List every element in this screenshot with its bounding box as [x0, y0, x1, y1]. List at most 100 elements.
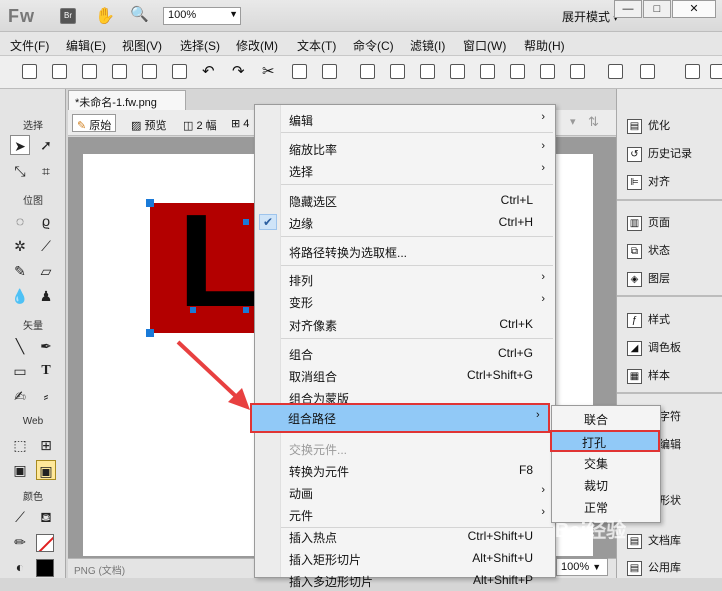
hide-slices-tool[interactable]: ▣ [10, 460, 30, 480]
new-icon[interactable] [22, 64, 37, 79]
status-zoom[interactable]: 100% ▼ [556, 558, 608, 576]
ctx-item-transform[interactable]: 变形 › [255, 290, 555, 312]
preview-button[interactable]: ▨ 预览 [126, 114, 171, 132]
magic-wand-tool[interactable]: ✲ [10, 236, 30, 256]
rotate-icon[interactable] [608, 64, 623, 79]
ctx-item-convert-symbol[interactable]: 转换为元件 F8 [255, 459, 555, 481]
ctx-item-ungroup[interactable]: 取消组合 Ctrl+Shift+G [255, 364, 555, 386]
send-back-icon[interactable] [570, 64, 585, 79]
ungroup-icon[interactable] [390, 64, 405, 79]
copy-icon[interactable] [292, 64, 307, 79]
minimize-button[interactable]: — [614, 0, 642, 18]
eyedropper-tool[interactable]: ⟋ [10, 507, 30, 527]
panel-pages[interactable]: ▥ 页面 [627, 214, 670, 234]
panel-swatches[interactable]: ▦ 样本 [627, 367, 670, 387]
ctx-item-insert-poly-slice[interactable]: 插入多边形切片 Alt+Shift+P [255, 569, 555, 591]
import-icon[interactable] [112, 64, 127, 79]
panel-layers[interactable]: ◈ 图层 [627, 270, 670, 290]
stroke-swatch[interactable] [36, 534, 54, 552]
pencil-tool[interactable]: ✎ [10, 261, 30, 281]
ctx-item-edges[interactable]: ✔ 边缘 Ctrl+H [255, 211, 555, 233]
align-icon[interactable] [640, 64, 655, 79]
split-icon[interactable] [450, 64, 465, 79]
paint-bucket-tool[interactable]: ⛾ [36, 507, 56, 527]
cut-icon[interactable]: ✂ [262, 62, 275, 80]
ctx-item-animation[interactable]: 动画 › [255, 481, 555, 503]
more-icon[interactable] [710, 64, 722, 79]
bring-forward-icon[interactable] [510, 64, 525, 79]
document-tab[interactable]: *未命名-1.fw.png [68, 90, 186, 110]
ctx-item-edit[interactable]: 编辑 › [255, 108, 555, 130]
menu-commands[interactable]: 命令(C) [353, 37, 394, 54]
save-icon[interactable] [82, 64, 97, 79]
print-icon[interactable] [172, 64, 187, 79]
hand-icon[interactable]: ✋ [95, 6, 115, 26]
flip-icon[interactable] [685, 64, 700, 79]
stamp-tool[interactable]: ♟ [36, 286, 56, 306]
group-icon[interactable] [360, 64, 375, 79]
selection-handle[interactable] [146, 329, 154, 337]
crop-tool[interactable]: ⌗ [36, 161, 56, 181]
scale-tool[interactable]: ⤡ [10, 161, 30, 181]
bridge-icon[interactable]: Br [60, 8, 76, 24]
four-up-button[interactable]: ⊞ 4 [226, 114, 254, 132]
pointer-tool[interactable]: ➤ [10, 135, 30, 155]
menu-help[interactable]: 帮助(H) [524, 37, 565, 54]
ctx-item-hide-selection[interactable]: 隐藏选区 Ctrl+L [255, 189, 555, 211]
brush-tool[interactable]: ⟋ [36, 236, 56, 256]
fill-color-icon[interactable]: ◐ [10, 557, 30, 577]
menu-modify[interactable]: 修改(M) [236, 37, 278, 54]
selection-handle[interactable] [146, 199, 154, 207]
eraser-tool[interactable]: ▱ [36, 261, 56, 281]
text-tool[interactable]: T [36, 361, 56, 381]
panel-common-library[interactable]: ▤ 公用库 [627, 559, 681, 579]
zoom-select[interactable]: 100% ▼ [163, 7, 241, 25]
panel-states[interactable]: ⧉ 状态 [627, 242, 670, 262]
sub-item-punch[interactable]: 打孔 [550, 430, 660, 452]
pen-tool[interactable]: ✒ [36, 336, 56, 356]
export-preview-icon[interactable]: ⇅ [588, 114, 599, 130]
lasso-tool[interactable]: ϱ [36, 211, 56, 231]
undo-icon[interactable]: ↶ [202, 62, 215, 80]
menu-select[interactable]: 选择(S) [180, 37, 220, 54]
send-backward-icon[interactable] [540, 64, 555, 79]
fill-swatch[interactable] [36, 559, 54, 577]
blur-tool[interactable]: 💧 [10, 286, 30, 306]
rectangle-tool[interactable]: ▭ [10, 361, 30, 381]
sub-item-crop[interactable]: 裁切 [552, 473, 660, 495]
panel-optimize[interactable]: ▤ 优化 [627, 117, 670, 137]
ctx-item-arrange[interactable]: 排列 › [255, 268, 555, 290]
close-button[interactable]: ✕ [672, 0, 716, 18]
redo-icon[interactable]: ↷ [232, 62, 245, 80]
ctx-item-group[interactable]: 组合 Ctrl+G [255, 342, 555, 364]
ctx-item-snap-pixel[interactable]: 对齐像素 Ctrl+K [255, 313, 555, 335]
original-view-button[interactable]: ✎ 原始 [72, 114, 117, 132]
ctx-item-select[interactable]: 选择 › [255, 159, 555, 181]
stroke-color-icon[interactable]: ✏ [10, 532, 30, 552]
paste-icon[interactable] [322, 64, 337, 79]
ctx-item-insert-rect-slice[interactable]: 插入矩形切片 Alt+Shift+U [255, 547, 555, 569]
menu-window[interactable]: 窗口(W) [463, 37, 506, 54]
sub-item-union[interactable]: 联合 [552, 407, 660, 429]
freeform-tool[interactable]: ✍ [10, 386, 30, 406]
join-icon[interactable] [420, 64, 435, 79]
ctx-item-zoom[interactable]: 缩放比率 › [255, 137, 555, 159]
panel-palette[interactable]: ◢ 调色板 [627, 339, 681, 359]
line-tool[interactable]: ╲ [10, 336, 30, 356]
export-icon[interactable] [142, 64, 157, 79]
ctx-item-combine-paths[interactable]: 组合路径 › [250, 403, 550, 433]
slice-tool[interactable]: ⊞ [36, 435, 56, 455]
panel-doc-library[interactable]: ▤ 文档库 [627, 532, 681, 552]
menu-filters[interactable]: 滤镜(I) [410, 37, 445, 54]
bring-front-icon[interactable] [480, 64, 495, 79]
menu-view[interactable]: 视图(V) [122, 37, 162, 54]
open-icon[interactable] [52, 64, 67, 79]
show-slices-tool[interactable]: ▣ [36, 460, 56, 480]
panel-styles[interactable]: ƒ 样式 [627, 311, 670, 331]
maximize-button[interactable]: □ [643, 0, 671, 18]
menu-edit[interactable]: 编辑(E) [66, 37, 106, 54]
marquee-tool[interactable]: ◌ [10, 211, 30, 231]
menu-text[interactable]: 文本(T) [297, 37, 336, 54]
subselect-tool[interactable]: ➚ [36, 135, 56, 155]
panel-history[interactable]: ↺ 历史记录 [627, 145, 692, 165]
